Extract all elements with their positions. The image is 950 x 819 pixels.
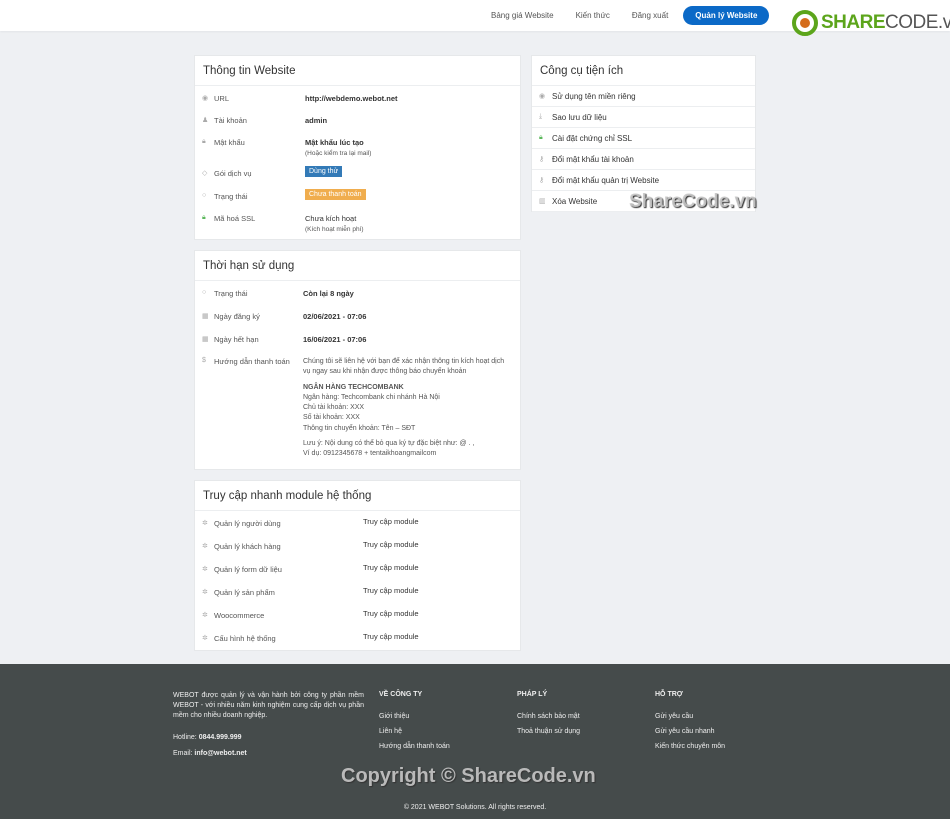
gear-icon: ✲	[202, 612, 208, 619]
main-nav: Bảng giá Website Kiến thức Đăng xuất Quả…	[480, 5, 780, 25]
circle-icon: ○	[202, 192, 207, 199]
footer-column: PHÁP LÝ Chính sách bảo mật Thoả thuận sử d…	[517, 691, 581, 735]
tool-item[interactable]: ⤓ Sao lưu dữ liệu	[532, 107, 755, 128]
status-badge: Chưa thanh toán	[305, 189, 366, 200]
card-title: Truy cập nhanh module hệ thống	[195, 481, 520, 511]
access-module-link[interactable]: Truy cập module	[363, 517, 419, 526]
hotline: 0844.999.999	[198, 734, 242, 741]
diamond-icon: ◇	[202, 170, 208, 177]
card-title: Thời hạn sử dụng	[195, 251, 520, 281]
gear-icon: ✲	[202, 520, 208, 527]
access-module-link[interactable]: Truy cập module	[363, 632, 419, 641]
footer-link[interactable]: Gửi yêu cầu	[655, 713, 725, 720]
download-icon: ⤓	[539, 113, 543, 120]
footer-about: WEBOT được quản lý và vận hành bởi công …	[173, 692, 364, 719]
quick-modules-card: Truy cập nhanh module hệ thống ✲ Quản lý …	[194, 480, 521, 651]
lock-icon: 🔒︎	[202, 138, 206, 145]
card-title: Thông tin Website	[195, 56, 520, 86]
footer-column: HỖ TRỢ Gửi yêu cầu Gửi yêu cầu nhanh Kiến t…	[655, 691, 726, 750]
lock-icon: 🔒︎	[539, 134, 543, 141]
gear-icon: ✲	[202, 589, 208, 596]
lock-icon: 🔒︎	[202, 214, 206, 221]
gear-icon: ✲	[202, 635, 208, 642]
usage-term-card: Thời hạn sử dụng ○ Trạng thái Còn lại 8 ng…	[194, 250, 521, 470]
footer-link[interactable]: Hướng dẫn thanh toán	[379, 743, 450, 750]
nav-logout[interactable]: Đăng xuất	[632, 11, 668, 20]
nav-knowledge[interactable]: Kiến thức	[576, 11, 610, 20]
tool-item[interactable]: ⚷ Đổi mật khẩu tài khoản	[532, 149, 755, 170]
calendar-icon: ▦	[202, 336, 209, 343]
tool-item[interactable]: ◉ Sử dụng tên miền riêng	[532, 86, 755, 107]
circle-icon: ○	[202, 289, 207, 296]
access-module-link[interactable]: Truy cập module	[363, 586, 419, 595]
footer-link[interactable]: Giới thiệu	[379, 713, 450, 720]
email[interactable]: info@webot.net	[194, 750, 246, 757]
website-info-card: Thông tin Website ◉ URL http://webdemo.web…	[194, 55, 521, 240]
nav-pricing[interactable]: Bảng giá Website	[491, 11, 554, 20]
tool-item[interactable]: ⚷ Đổi mật khẩu quản trị Website	[532, 170, 755, 191]
footer-link[interactable]: Liên hệ	[379, 728, 450, 735]
calendar-icon: ▦	[202, 313, 209, 320]
user-icon: ♟	[202, 117, 209, 124]
gear-icon: ✲	[202, 543, 208, 550]
manage-website-button[interactable]: Quản lý Website	[683, 5, 770, 25]
key-icon: ⚷	[539, 177, 545, 184]
key-icon: ⚷	[539, 156, 545, 163]
watermark: Copyright © ShareCode.vn	[341, 765, 596, 787]
footer-link[interactable]: Kiến thức chuyên môn	[655, 743, 725, 750]
status-badge: Dùng thử	[305, 166, 343, 177]
tools-card: Công cụ tiện ích ◉ Sử dụng tên miền riêng…	[531, 55, 756, 212]
access-module-link[interactable]: Truy cập module	[363, 540, 419, 549]
dollar-icon: $	[202, 357, 206, 364]
access-module-link[interactable]: Truy cập module	[363, 609, 419, 618]
footer: WEBOT được quản lý và vận hành bởi công …	[0, 664, 950, 819]
globe-icon: ◉	[539, 93, 546, 100]
footer-column: VỀ CÔNG TY Giới thiệu Liên hệ Hướng dẫn tha…	[379, 691, 450, 750]
footer-link[interactable]: Chính sách bảo mật	[517, 713, 580, 720]
access-module-link[interactable]: Truy cập module	[363, 563, 419, 572]
sharecode-logo: SHARECODE.vn	[792, 10, 950, 36]
globe-icon: ◉	[202, 95, 209, 102]
tool-item[interactable]: 🔒︎ Cài đặt chứng chỉ SSL	[532, 128, 755, 149]
gear-icon: ✲	[202, 566, 208, 573]
footer-link[interactable]: Gửi yêu cầu nhanh	[655, 728, 725, 735]
copyright: © 2021 WEBOT Solutions. All rights reser…	[403, 804, 547, 811]
card-title: Công cụ tiện ích	[532, 56, 755, 86]
logo-icon	[792, 10, 818, 36]
trash-icon: ▥	[539, 198, 546, 205]
watermark: ShareCode.vn	[629, 191, 757, 212]
footer-link[interactable]: Thoả thuận sử dụng	[517, 728, 580, 735]
